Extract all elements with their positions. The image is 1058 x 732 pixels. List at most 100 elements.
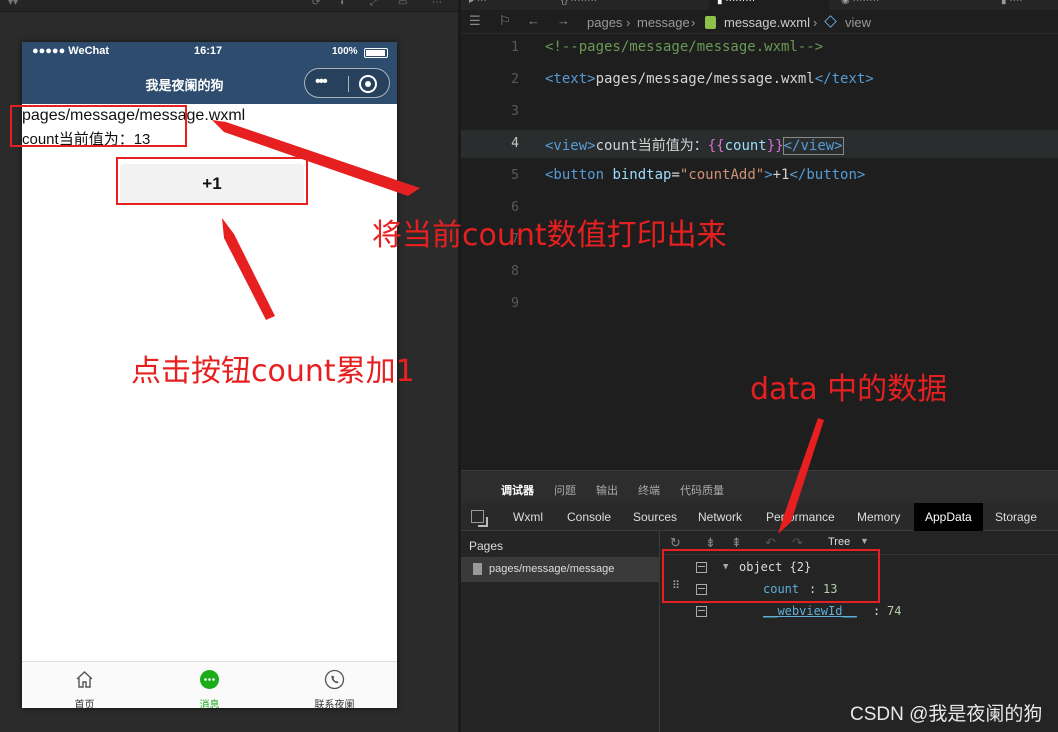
fullscreen-icon[interactable]: ⤢ [370,0,378,8]
file-tab[interactable]: ▮ ···· [1001,0,1023,10]
code-tag: <text> [545,71,596,87]
code-text: <text>pages/message/message.wxml</text> [545,71,874,87]
annotation-print-count: 将当前count数值打印出来 [372,218,727,253]
annotation-click-add: 点击按钮count累加1 [131,354,415,389]
tab-message-label: 消息 [199,700,220,708]
code-tag: </text> [814,71,874,87]
bookmark-icon[interactable]: ⚐ [499,13,511,29]
code-tag: <view> [545,138,596,154]
line-number: 8 [511,264,519,279]
tree-colon: : [873,604,881,618]
breadcrumb-node[interactable]: view [845,15,871,30]
code-eq: = [671,167,680,183]
wxml-file-icon [705,16,716,29]
sound-icon[interactable]: ◐ [340,0,346,8]
document-icon [473,563,482,575]
more-icon[interactable]: ⋯ [432,0,442,8]
tab-appdata[interactable]: AppData [914,503,983,531]
breadcrumb-folder[interactable]: pages [587,15,622,30]
pages-item-label: pages/message/message [489,563,615,575]
tab-network[interactable]: Network [698,510,742,524]
collapse-icon[interactable]: ▾▾ [8,0,18,8]
highlight-box-button [116,157,308,205]
tab-terminal[interactable]: 终端 [638,482,660,498]
list-icon[interactable]: ☰ [469,13,481,29]
back-arrow-icon[interactable]: ← [527,13,540,28]
clock: 16:17 [194,45,223,57]
phone-icon [324,669,345,690]
code-text: <view>count当前值为：{{count}}</view> [545,135,844,155]
tab-debugger[interactable]: 调试器 [501,482,534,498]
rotate-icon[interactable]: ⟳ [312,0,320,8]
capsule-menu[interactable]: ••• [304,68,390,98]
code-body: +1 [772,167,790,183]
code-brace: {{ [707,138,725,154]
file-tab[interactable]: {} ········ [561,0,597,10]
navigation-bar: 我是夜阑的狗 ••• [22,62,397,104]
code-line-active: 4 <view>count当前值为：{{count}}</view> [461,130,1058,158]
file-tab[interactable]: ▸ ··· [469,0,487,10]
copy-icon[interactable]: ▭ [398,0,407,8]
line-number: 9 [511,296,519,311]
tab-output[interactable]: 输出 [596,482,618,498]
more-dots-icon[interactable]: ••• [315,73,328,91]
close-miniprogram-icon[interactable] [359,75,377,93]
pages-panel: Pages pages/message/message [461,531,660,732]
code-line: 9 [461,290,1058,318]
simulator-toolbar: ▾▾ ⟳ ◐ ⤢ ▭ ⋯ [0,0,460,12]
tab-home-label: 首页 [74,700,95,708]
code-line: 3 [461,98,1058,126]
pages-list-item[interactable]: pages/message/message [461,557,660,582]
chevron-right-icon: › [626,15,631,30]
breadcrumb-file[interactable]: message.wxml [724,15,810,30]
tab-wxml[interactable]: Wxml [513,510,543,524]
tab-problems[interactable]: 问题 [554,482,576,498]
code-body: pages/message/message.wxml [595,71,815,87]
tab-contact-label: 联系夜阑 [314,700,355,708]
line-number: 4 [511,136,519,151]
tab-message[interactable]: 消息 [147,662,272,708]
tree-value[interactable]: 74 [887,604,901,618]
caret-down-icon[interactable]: ▼ [860,536,869,546]
code-attr: bindtap [612,167,672,183]
tab-storage[interactable]: Storage [995,510,1037,524]
annotation-data-note: data 中的数据 [750,372,948,407]
node-box-icon[interactable] [696,606,707,617]
battery-icon [364,48,388,58]
line-number: 1 [511,40,519,55]
tab-home[interactable]: 首页 [22,662,147,708]
tree-mode-select[interactable]: Tree [828,536,850,548]
tree-key: __webviewId__ [763,604,857,618]
pages-title: Pages [469,539,504,553]
code-tag: <button [545,167,613,183]
code-area[interactable]: 1 <!--pages/message/message.wxml--> 2 <t… [461,34,1058,334]
code-tag: > [764,167,773,183]
line-number: 3 [511,104,519,119]
file-tab-active[interactable]: ▮ ········· [709,0,829,10]
code-comment: <!--pages/message/message.wxml--> [545,39,824,55]
inspect-element-icon[interactable] [471,510,484,523]
breadcrumb: ☰ ⚐ ← → pages › message › message.wxml ›… [461,10,1058,34]
tab-performance[interactable]: Performance [766,510,835,524]
tab-console[interactable]: Console [567,510,611,524]
tab-contact[interactable]: 联系夜阑 [272,662,397,708]
battery-percent: 100% [332,46,358,57]
devtools-top-tabs: 调试器 问题 输出 终端 代码质量 [461,471,1058,503]
file-tab[interactable]: ◉ ········ [841,0,879,10]
tab-sources[interactable]: Sources [633,510,677,524]
line-number: 2 [511,72,519,87]
capsule-divider [348,76,349,92]
tab-memory[interactable]: Memory [857,510,900,524]
watermark: CSDN @我是夜阑的狗 [850,704,1043,725]
home-icon [76,671,93,688]
code-tag: </view> [782,137,844,155]
tree-row-webviewid[interactable]: __webviewId__ : 74 [661,601,1058,623]
devtools-sub-tabs: Wxml Console Sources Network Performance… [461,503,1058,531]
chevron-right-icon: › [691,15,696,30]
breadcrumb-folder[interactable]: message [637,15,690,30]
chevron-right-icon: › [813,15,818,30]
code-variable: count [724,138,767,154]
forward-arrow-icon[interactable]: → [557,13,570,28]
line-number: 5 [511,168,519,183]
tab-code-quality[interactable]: 代码质量 [680,482,724,498]
